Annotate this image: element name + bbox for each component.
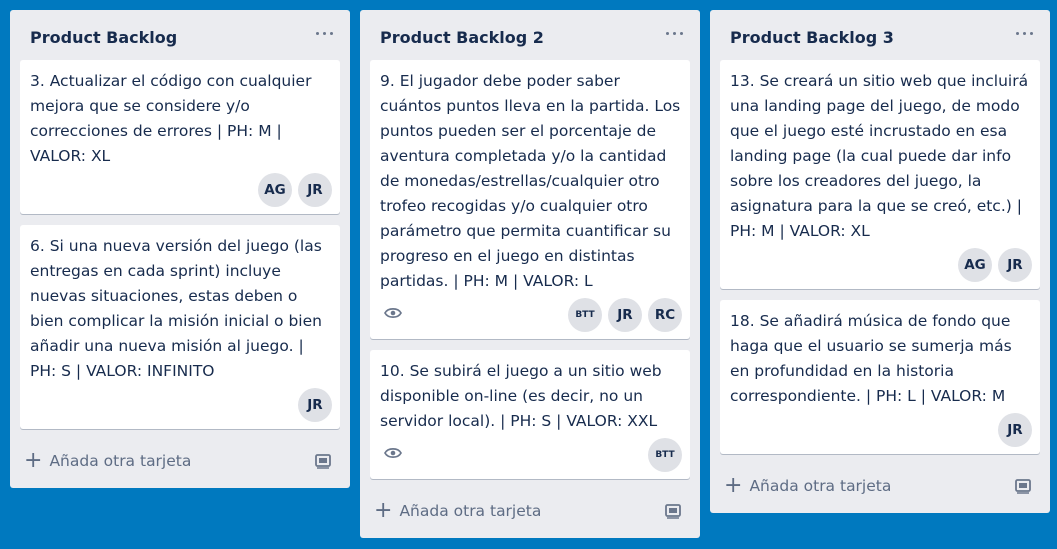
card-template-icon[interactable]: [1014, 477, 1032, 495]
card-template-icon[interactable]: [664, 502, 682, 520]
card[interactable]: 18. Se añadirá música de fondo que haga …: [720, 300, 1040, 454]
plus-icon: +: [374, 498, 393, 523]
member-avatar[interactable]: JR: [998, 248, 1032, 282]
card-text: 13. Se creará un sitio web que incluirá …: [730, 72, 1029, 240]
member-avatar[interactable]: RC: [648, 298, 682, 332]
more-icon[interactable]: [1014, 24, 1036, 42]
member-avatar[interactable]: JR: [298, 388, 332, 422]
card-text: 18. Se añadirá música de fondo que haga …: [730, 312, 1012, 405]
card[interactable]: 9. El jugador debe poder saber cuántos p…: [370, 60, 690, 339]
more-icon[interactable]: [664, 24, 686, 42]
list-header: Product Backlog: [10, 10, 350, 60]
add-card-label: Añada otra tarjeta: [49, 452, 192, 470]
member-avatar[interactable]: JR: [298, 173, 332, 207]
add-card-button[interactable]: + Añada otra tarjeta: [24, 449, 254, 473]
card[interactable]: 13. Se creará un sitio web que incluirá …: [720, 60, 1040, 289]
list-title[interactable]: Product Backlog 2: [380, 28, 544, 47]
list-header: Product Backlog 2: [360, 10, 700, 60]
add-card-label: Añada otra tarjeta: [749, 477, 892, 495]
card-text: 10. Se subirá el juego a un sitio web di…: [380, 362, 662, 430]
card-text: 9. El jugador debe poder saber cuántos p…: [380, 72, 681, 290]
card[interactable]: 10. Se subirá el juego a un sitio web di…: [370, 350, 690, 479]
list-header: Product Backlog 3: [710, 10, 1050, 60]
eye-icon: [384, 448, 402, 458]
plus-icon: +: [724, 473, 743, 498]
more-icon[interactable]: [314, 24, 336, 42]
card-text: 6. Si una nueva versión del juego (las e…: [30, 237, 322, 380]
member-avatar[interactable]: BTT: [648, 438, 682, 472]
eye-icon: [384, 308, 402, 318]
member-avatar[interactable]: AG: [958, 248, 992, 282]
member-avatar[interactable]: JR: [608, 298, 642, 332]
list-title[interactable]: Product Backlog 3: [730, 28, 894, 47]
add-card-button[interactable]: + Añada otra tarjeta: [374, 499, 604, 523]
list-product-backlog: Product Backlog 3. Actualizar el código …: [10, 10, 350, 488]
add-card-label: Añada otra tarjeta: [399, 502, 542, 520]
member-avatar[interactable]: AG: [258, 173, 292, 207]
card-text: 3. Actualizar el código con cualquier me…: [30, 72, 312, 165]
list-product-backlog-3: Product Backlog 3 13. Se creará un sitio…: [710, 10, 1050, 513]
add-card-button[interactable]: + Añada otra tarjeta: [724, 474, 954, 498]
member-avatar[interactable]: JR: [998, 413, 1032, 447]
card[interactable]: 6. Si una nueva versión del juego (las e…: [20, 225, 340, 429]
list-title[interactable]: Product Backlog: [30, 28, 177, 47]
member-avatar[interactable]: BTT: [568, 298, 602, 332]
plus-icon: +: [24, 448, 43, 473]
card-template-icon[interactable]: [314, 452, 332, 470]
list-product-backlog-2: Product Backlog 2 9. El jugador debe pod…: [360, 10, 700, 538]
card[interactable]: 3. Actualizar el código con cualquier me…: [20, 60, 340, 214]
